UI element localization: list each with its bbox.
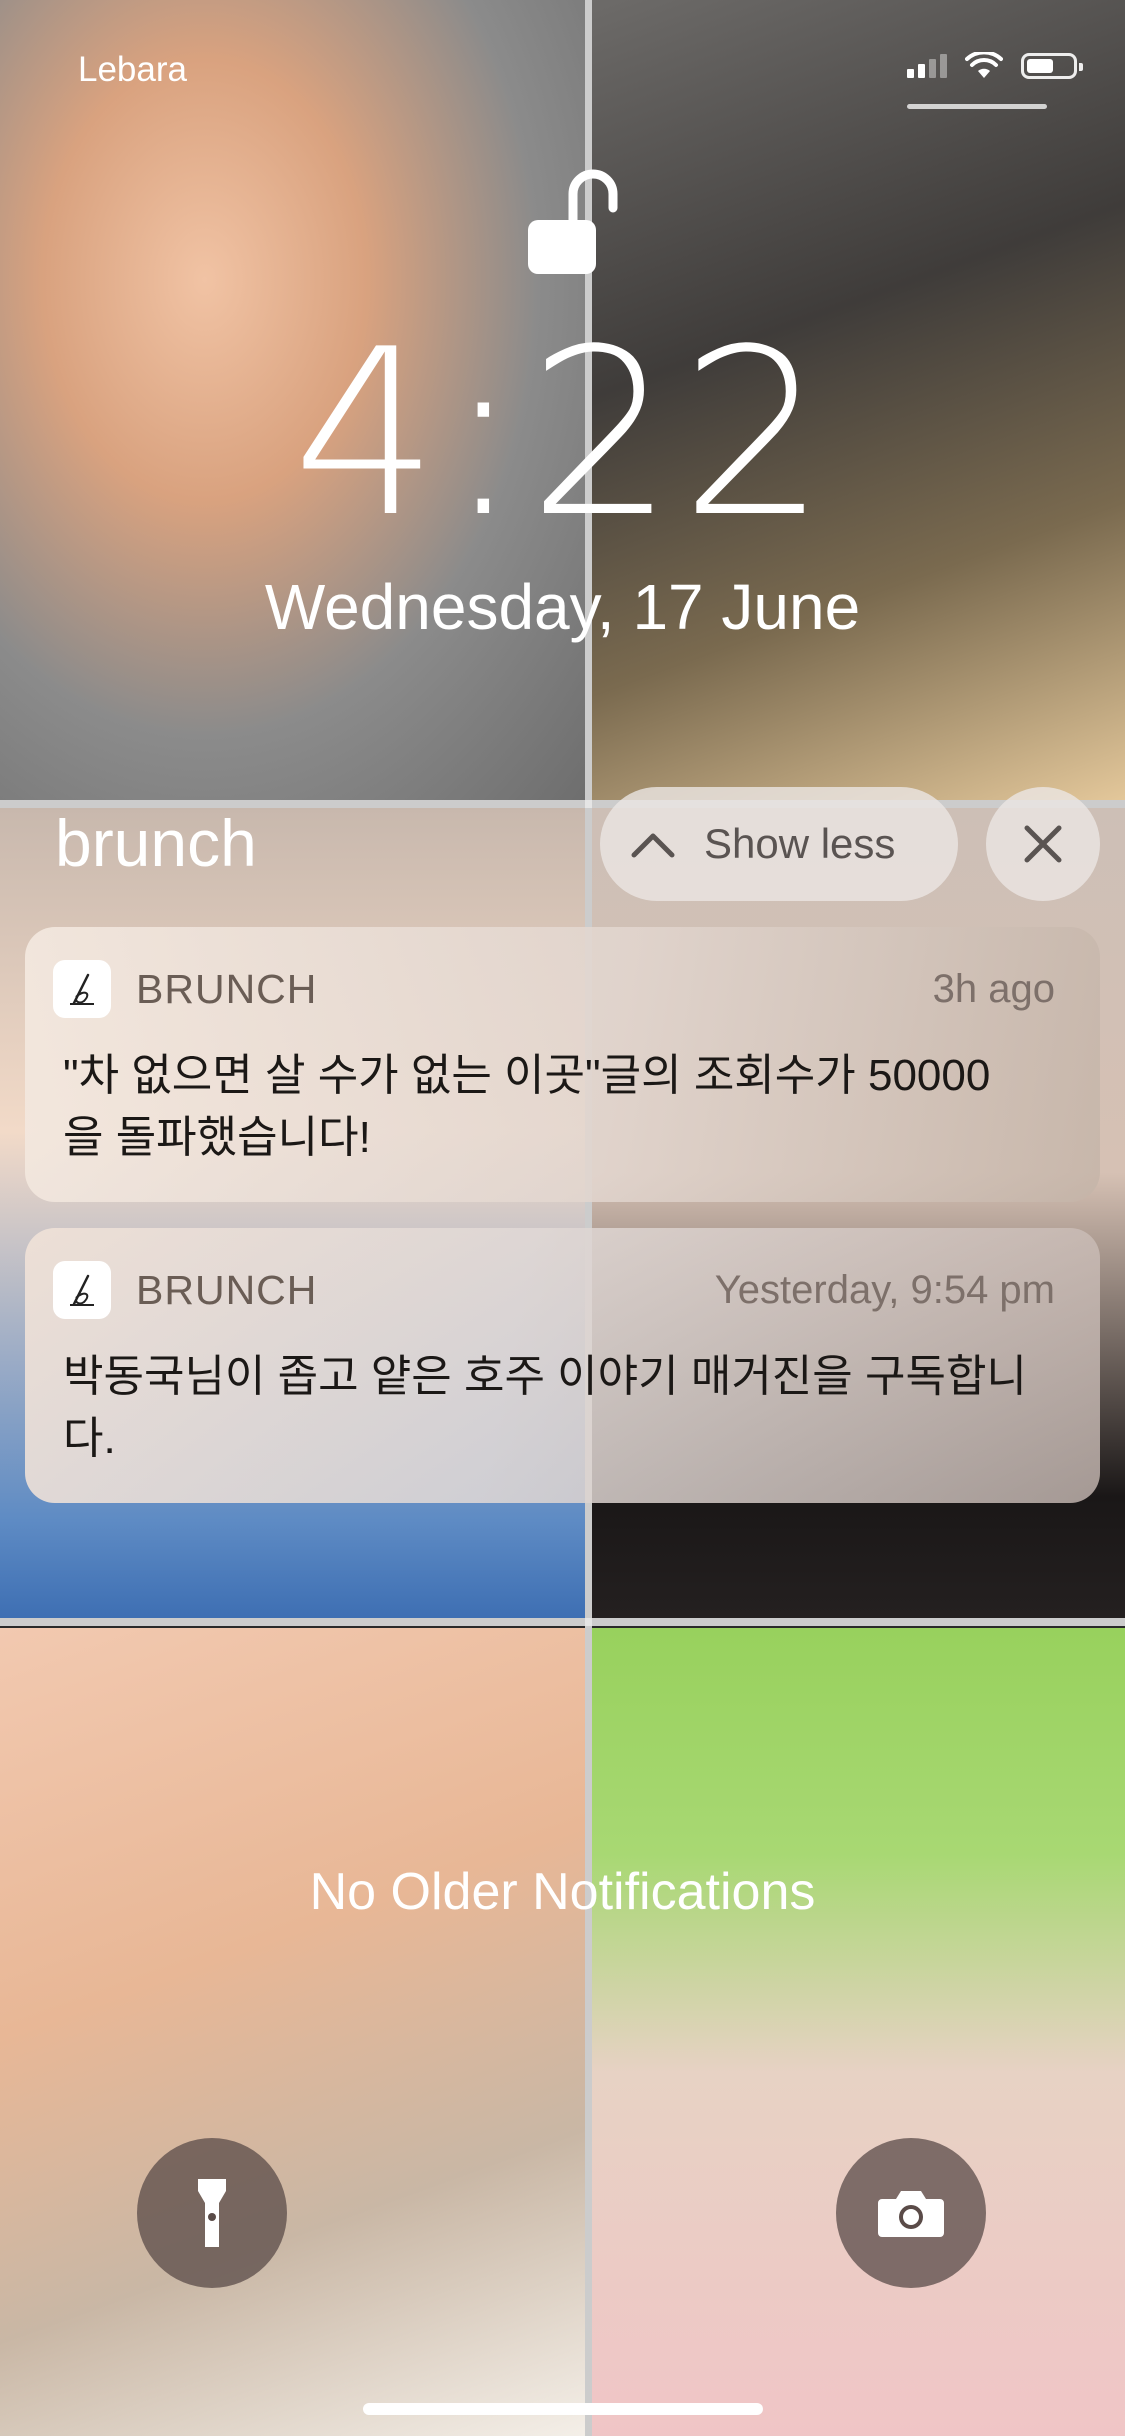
notification-timestamp: Yesterday, 9:54 pm xyxy=(714,1267,1055,1312)
notification-timestamp: 3h ago xyxy=(932,966,1055,1011)
notification-group-title: brunch xyxy=(55,806,257,880)
close-icon xyxy=(1024,825,1062,863)
cellular-signal-icon xyxy=(907,54,947,78)
clear-notifications-button[interactable] xyxy=(986,787,1100,901)
flashlight-button[interactable] xyxy=(137,2138,287,2288)
chevron-up-icon xyxy=(631,833,675,858)
show-less-label: Show less xyxy=(704,820,896,867)
pen-nib-icon xyxy=(70,1274,94,1306)
collage-divider xyxy=(0,1618,1125,1626)
notification-card[interactable]: BRUNCH 3h ago "차 없으면 살 수가 없는 이곳"글의 조회수가 … xyxy=(25,927,1100,1202)
battery-icon xyxy=(1021,53,1083,79)
control-center-indicator[interactable] xyxy=(907,104,1047,109)
show-less-button[interactable]: Show less xyxy=(600,787,958,901)
notification-card[interactable]: BRUNCH Yesterday, 9:54 pm 박동국님이 좁고 얕은 호주… xyxy=(25,1228,1100,1503)
notification-message: "차 없으면 살 수가 없는 이곳"글의 조회수가 50000을 돌파했습니다! xyxy=(63,1051,991,1162)
notification-app-name: BRUNCH xyxy=(136,965,318,1012)
camera-button[interactable] xyxy=(836,2138,986,2288)
flashlight-icon xyxy=(198,2179,226,2247)
notification-header: BRUNCH Yesterday, 9:54 pm xyxy=(53,1261,1055,1319)
notification-message: 박동국님이 좁고 얕은 호주 이야기 매거진을 구독합니다. xyxy=(63,1352,1027,1463)
wallpaper-photo-6 xyxy=(592,1628,1125,2436)
lock-screen-time: 4:22 xyxy=(292,301,833,568)
no-older-notifications-label: No Older Notifications xyxy=(309,1863,816,1921)
status-icons xyxy=(907,52,1083,80)
home-indicator[interactable] xyxy=(363,2403,763,2415)
lock-screen-date: Wednesday, 17 June xyxy=(264,571,861,643)
unlocked-padlock-icon xyxy=(528,169,618,274)
notification-header: BRUNCH 3h ago xyxy=(53,960,1055,1018)
brunch-app-icon xyxy=(53,1261,111,1319)
carrier-name: Lebara xyxy=(78,50,187,89)
camera-icon xyxy=(878,2191,944,2237)
pen-nib-icon xyxy=(70,973,94,1005)
wifi-icon xyxy=(965,52,1003,78)
notification-app-name: BRUNCH xyxy=(136,1266,318,1313)
brunch-app-icon xyxy=(53,960,111,1018)
wallpaper-photo-5 xyxy=(0,1628,585,2436)
